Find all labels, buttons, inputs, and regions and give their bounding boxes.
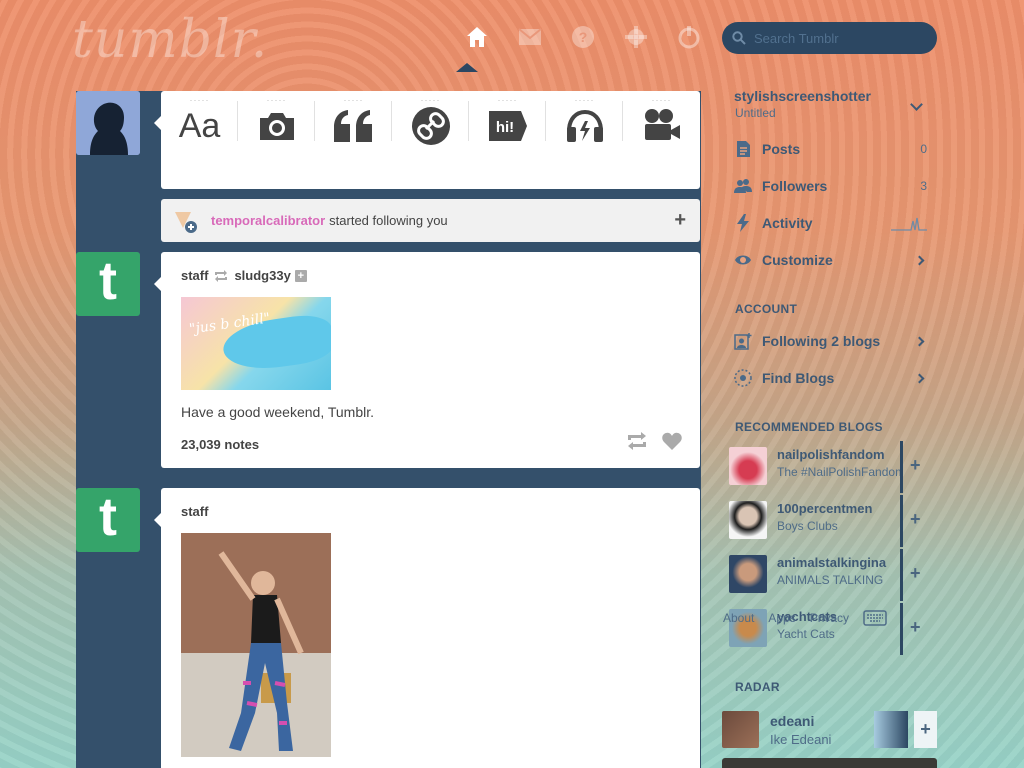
text-icon: Aa	[178, 106, 221, 145]
notification-user-link[interactable]: temporalcalibrator	[211, 213, 325, 228]
post-caption: Have a good weekend, Tumblr.	[181, 404, 375, 420]
camera-icon	[259, 113, 294, 140]
like-heart-icon[interactable]	[662, 432, 682, 450]
blog-subtitle: Untitled	[735, 106, 776, 120]
staff-avatar[interactable]: t	[76, 252, 140, 316]
search-input[interactable]	[754, 30, 924, 46]
keyboard-icon[interactable]	[863, 610, 887, 626]
top-navigation: ?	[450, 22, 715, 52]
post-author[interactable]: staff	[181, 504, 208, 519]
logout-icon[interactable]	[662, 22, 715, 52]
follow-back-button[interactable]: +	[674, 209, 686, 232]
notification-text: started following you	[329, 213, 448, 228]
blog-avatar[interactable]	[729, 555, 767, 593]
post-type-bar: ····· Aa ····· ····· ····· ····· hi! ···…	[154, 91, 700, 189]
post-actions	[626, 432, 682, 450]
reblog-icon[interactable]	[626, 432, 648, 450]
radar-post-preview[interactable]	[722, 758, 937, 768]
sidebar-item-activity[interactable]: Activity	[733, 212, 927, 234]
follow-plus-icon[interactable]: +	[910, 455, 921, 476]
chevron-right-icon	[914, 373, 925, 383]
follow-notification: temporalcalibrator started following you…	[161, 199, 700, 242]
post-video-button[interactable]: ·····	[623, 91, 700, 161]
recommended-blog[interactable]: nailpolishfandom The #NailPolishFandom +	[729, 441, 935, 493]
follow-plus-icon[interactable]: +	[910, 563, 921, 584]
sidebar-item-customize[interactable]: Customize	[733, 249, 927, 271]
post-quote-button[interactable]: ·····	[315, 91, 392, 161]
following-icon	[733, 331, 753, 351]
account-heading: ACCOUNT	[735, 302, 798, 316]
follow-plus-icon[interactable]: +	[910, 509, 921, 530]
nav-active-caret	[456, 63, 478, 72]
search-bar[interactable]	[722, 22, 937, 54]
blog-avatar[interactable]	[729, 447, 767, 485]
svg-text:?: ?	[578, 29, 587, 45]
blog-avatar[interactable]	[722, 711, 759, 748]
tumblr-logo[interactable]: tumblr.	[72, 10, 268, 70]
help-icon[interactable]: ?	[556, 22, 609, 52]
blog-dropdown-chevron-icon[interactable]	[910, 98, 923, 111]
svg-text:hi!: hi!	[495, 119, 513, 136]
headphones-icon	[566, 109, 603, 142]
sidebar-item-followers[interactable]: Followers 3	[733, 175, 927, 197]
recommended-heading: RECOMMENDED BLOGS	[735, 420, 883, 434]
posts-icon	[733, 139, 753, 159]
post-card: staff	[154, 488, 700, 768]
inbox-icon[interactable]	[503, 22, 556, 52]
radar-heading: RADAR	[735, 680, 780, 694]
compass-icon	[733, 368, 753, 388]
followers-icon	[733, 176, 753, 196]
post-photo-button[interactable]: ·····	[238, 91, 315, 161]
follow-plus-icon[interactable]: +	[914, 711, 937, 748]
followers-count: 3	[920, 179, 927, 193]
post-photo[interactable]	[181, 533, 331, 757]
footer-links: About Apps Privacy	[723, 610, 887, 626]
sidebar-item-posts[interactable]: Posts 0	[733, 138, 927, 160]
settings-icon[interactable]	[609, 22, 662, 52]
radar-blog[interactable]: edeani Ike Edeani +	[722, 711, 937, 751]
post-photo[interactable]: "jus b chill"	[181, 297, 331, 390]
chevron-right-icon	[914, 336, 925, 346]
reblogged-from[interactable]: sludg33y	[234, 268, 290, 283]
posts-count: 0	[920, 142, 927, 156]
post-header: staff sludg33y +	[181, 268, 307, 283]
sidebar-item-following[interactable]: Following 2 blogs	[733, 330, 927, 352]
post-notes[interactable]: 23,039 notes	[181, 437, 259, 452]
chevron-right-icon	[914, 255, 925, 265]
footer-link[interactable]: About	[723, 611, 754, 625]
recommended-blog[interactable]: animalstalkingina ANIMALS TALKING +	[729, 549, 935, 601]
follow-plus-icon[interactable]: +	[910, 617, 921, 638]
eye-icon	[733, 250, 753, 270]
search-icon	[732, 31, 746, 45]
quote-icon	[333, 110, 372, 142]
staff-avatar[interactable]: t	[76, 488, 140, 552]
post-chat-button[interactable]: ····· hi!	[469, 91, 546, 161]
post-author[interactable]: staff	[181, 268, 208, 283]
recommended-blog[interactable]: 100percentmen Boys Clubs +	[729, 495, 935, 547]
follow-plus-icon[interactable]: +	[294, 269, 307, 282]
blog-avatar[interactable]	[729, 501, 767, 539]
post-header: staff	[181, 504, 208, 519]
blog-name[interactable]: stylishscreenshotter	[734, 88, 871, 104]
lightning-icon	[733, 213, 753, 233]
reblog-small-icon	[215, 269, 228, 282]
post-link-button[interactable]: ·····	[392, 91, 469, 161]
footer-link[interactable]: Privacy	[810, 611, 849, 625]
post-card: staff sludg33y + "jus b chill" Have a go…	[154, 252, 700, 468]
post-audio-button[interactable]: ·····	[546, 91, 623, 161]
sidebar-item-find-blogs[interactable]: Find Blogs	[733, 367, 927, 389]
home-icon[interactable]	[450, 22, 503, 52]
follower-avatar-icon[interactable]	[173, 208, 199, 234]
footer-link[interactable]: Apps	[768, 611, 795, 625]
activity-sparkline	[891, 217, 927, 231]
user-avatar[interactable]	[76, 91, 140, 155]
link-icon	[411, 107, 450, 145]
post-text-button[interactable]: ····· Aa	[161, 91, 238, 161]
chat-icon: hi!	[488, 111, 527, 141]
video-icon	[644, 109, 680, 140]
